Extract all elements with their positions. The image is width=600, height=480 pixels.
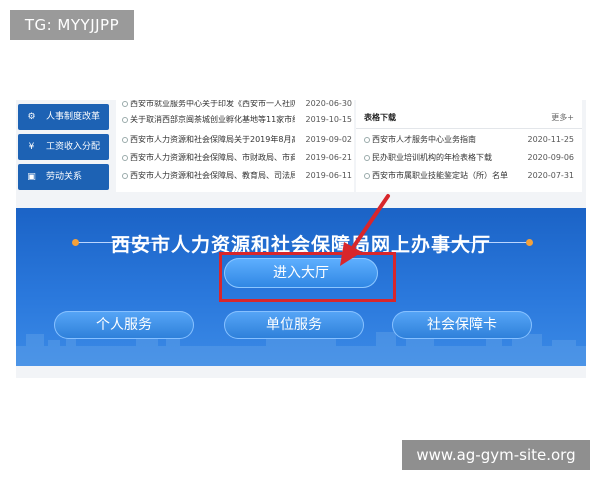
news-date: 2019-09-02 bbox=[305, 135, 353, 144]
form-date: 2020-07-31 bbox=[527, 171, 575, 180]
sidebar-item-labor-relations[interactable]: ▣ 劳动关系 bbox=[18, 164, 109, 190]
yen-icon: ¥ bbox=[28, 141, 35, 152]
form-item[interactable]: 民办职业培训机构的年检表格下载 2020-09-06 bbox=[364, 150, 574, 166]
bullet-icon bbox=[122, 137, 128, 143]
watermark-overlay: www.ag-gym-site.org bbox=[402, 440, 590, 470]
bullet-icon bbox=[122, 173, 128, 179]
sidebar-item-label: 人事制度改革 bbox=[46, 112, 101, 122]
sidebar-item-wage-distribution[interactable]: ¥ 工资收入分配 bbox=[18, 134, 109, 160]
personal-service-button[interactable]: 个人服务 bbox=[54, 311, 194, 339]
enterprise-service-button[interactable]: 单位服务 bbox=[224, 311, 364, 339]
news-date: 2019-06-21 bbox=[305, 153, 353, 162]
sidebar-item-label: 劳动关系 bbox=[46, 172, 83, 182]
portal-page: ⚙ 人事制度改革 ¥ 工资收入分配 ▣ 劳动关系 西安市就业服务中心关于印发《西… bbox=[16, 100, 586, 378]
gear-icon: ⚙ bbox=[27, 111, 36, 122]
news-item[interactable]: 西安市人力资源和社会保障局、教育局、司法局… 2019-06-11 bbox=[122, 168, 352, 184]
news-item[interactable]: 关于取消西部京闽茶城创业孵化基地等11家市级… 2019-10-15 bbox=[122, 112, 352, 128]
forms-header: 表格下载 更多+ bbox=[356, 110, 582, 129]
news-title: 西安市人力资源和社会保障局关于2019年8月高… bbox=[130, 135, 295, 144]
channel-tag-overlay: TG: MYYJJPP bbox=[10, 10, 134, 40]
forms-download-panel: 表格下载 更多+ 西安市人才服务中心业务指南 2020-11-25 民办职业培训… bbox=[356, 100, 582, 192]
news-date: 2020-06-30 bbox=[305, 100, 353, 108]
news-list: 西安市就业服务中心关于印发《西安市一人社防… 2020-06-30 关于取消西部… bbox=[116, 100, 354, 192]
form-date: 2020-09-06 bbox=[527, 153, 575, 162]
sidebar-item-personnel-reform[interactable]: ⚙ 人事制度改革 bbox=[18, 104, 109, 130]
form-title: 民办职业培训机构的年检表格下载 bbox=[372, 153, 492, 162]
forms-title: 表格下载 bbox=[364, 113, 396, 122]
more-link[interactable]: 更多+ bbox=[551, 112, 574, 123]
sidebar-item-label: 工资收入分配 bbox=[46, 142, 101, 152]
bullet-icon bbox=[122, 155, 128, 161]
news-item[interactable]: 西安市人力资源和社会保障局、市财政局、市商… 2019-06-21 bbox=[122, 150, 352, 166]
news-item[interactable]: 西安市就业服务中心关于印发《西安市一人社防… 2020-06-30 bbox=[122, 100, 352, 112]
news-date: 2019-10-15 bbox=[305, 115, 353, 124]
document-icon: ▣ bbox=[27, 171, 36, 182]
bullet-icon bbox=[122, 117, 128, 123]
bullet-icon bbox=[364, 137, 370, 143]
news-date: 2019-06-11 bbox=[305, 171, 353, 180]
sidebar: ⚙ 人事制度改革 ¥ 工资收入分配 ▣ 劳动关系 bbox=[16, 100, 109, 200]
red-arrow-icon bbox=[340, 194, 390, 266]
news-title: 西安市人力资源和社会保障局、教育局、司法局… bbox=[130, 171, 295, 180]
social-security-card-button[interactable]: 社会保障卡 bbox=[392, 311, 532, 339]
news-title: 西安市就业服务中心关于印发《西安市一人社防… bbox=[130, 100, 295, 108]
form-item[interactable]: 西安市市属职业技能鉴定站（所）名单 2020-07-31 bbox=[364, 168, 574, 184]
news-title: 关于取消西部京闽茶城创业孵化基地等11家市级… bbox=[130, 115, 295, 124]
form-date: 2020-11-25 bbox=[527, 135, 575, 144]
bullet-icon bbox=[364, 155, 370, 161]
bullet-icon bbox=[364, 173, 370, 179]
form-item[interactable]: 西安市人才服务中心业务指南 2020-11-25 bbox=[364, 132, 574, 148]
bullet-icon bbox=[122, 101, 128, 107]
form-title: 西安市市属职业技能鉴定站（所）名单 bbox=[372, 171, 508, 180]
form-title: 西安市人才服务中心业务指南 bbox=[372, 135, 476, 144]
news-item[interactable]: 西安市人力资源和社会保障局关于2019年8月高… 2019-09-02 bbox=[122, 132, 352, 148]
news-title: 西安市人力资源和社会保障局、市财政局、市商… bbox=[130, 153, 295, 162]
